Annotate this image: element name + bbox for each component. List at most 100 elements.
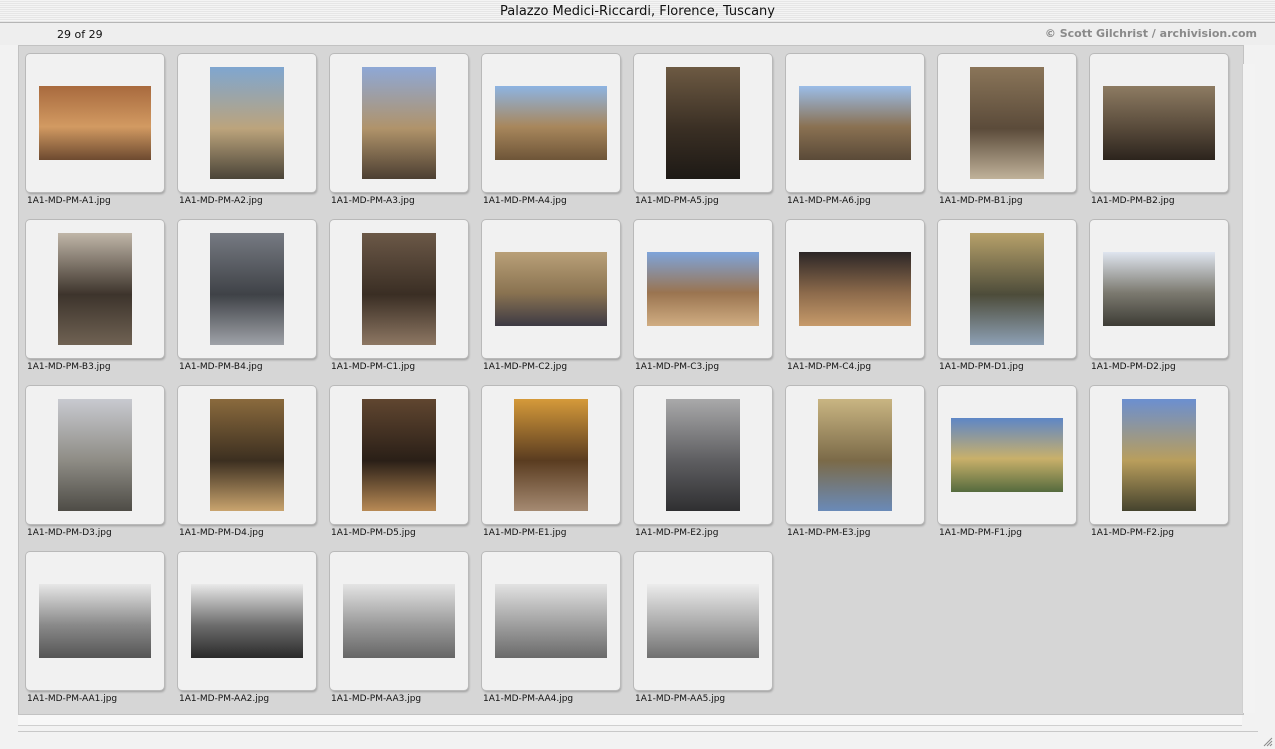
thumbnail-item[interactable]: 1A1-MD-PM-F1.jpg	[931, 378, 1083, 544]
thumbnail-image[interactable]	[495, 252, 607, 326]
thumbnail-item[interactable]: 1A1-MD-PM-A1.jpg	[19, 46, 171, 212]
thumbnail-image[interactable]	[970, 233, 1044, 345]
slide-mount[interactable]	[482, 386, 620, 524]
slide-mount[interactable]	[482, 220, 620, 358]
thumbnail-item[interactable]: 1A1-MD-PM-B3.jpg	[19, 212, 171, 378]
thumbnail-filename: 1A1-MD-PM-A1.jpg	[27, 196, 111, 206]
thumbnail-image[interactable]	[362, 399, 436, 511]
vertical-scrollbar[interactable]	[1242, 64, 1255, 713]
slide-mount[interactable]	[634, 220, 772, 358]
thumbnail-image[interactable]	[495, 86, 607, 160]
thumbnail-item[interactable]: 1A1-MD-PM-AA1.jpg	[19, 544, 171, 710]
slide-mount[interactable]	[786, 220, 924, 358]
thumbnail-image[interactable]	[666, 67, 740, 179]
thumbnail-filename: 1A1-MD-PM-B4.jpg	[179, 362, 263, 372]
slide-mount[interactable]	[178, 552, 316, 690]
thumbnail-filename: 1A1-MD-PM-E3.jpg	[787, 528, 871, 538]
thumbnail-item[interactable]: 1A1-MD-PM-AA4.jpg	[475, 544, 627, 710]
slide-mount[interactable]	[786, 386, 924, 524]
thumbnail-image[interactable]	[191, 584, 303, 658]
thumbnail-image[interactable]	[647, 252, 759, 326]
slide-mount[interactable]	[178, 54, 316, 192]
slide-mount[interactable]	[938, 386, 1076, 524]
thumbnail-image[interactable]	[210, 67, 284, 179]
thumbnail-item[interactable]: 1A1-MD-PM-D2.jpg	[1083, 212, 1235, 378]
thumbnail-item[interactable]: 1A1-MD-PM-A4.jpg	[475, 46, 627, 212]
slide-mount[interactable]	[26, 54, 164, 192]
thumbnail-item[interactable]: 1A1-MD-PM-D3.jpg	[19, 378, 171, 544]
slide-mount[interactable]	[786, 54, 924, 192]
slide-mount[interactable]	[938, 220, 1076, 358]
resize-grip-icon[interactable]	[1261, 735, 1273, 747]
thumbnail-item[interactable]: 1A1-MD-PM-C4.jpg	[779, 212, 931, 378]
thumbnail-item[interactable]: 1A1-MD-PM-D4.jpg	[171, 378, 323, 544]
thumbnail-item[interactable]: 1A1-MD-PM-B4.jpg	[171, 212, 323, 378]
thumbnail-filename: 1A1-MD-PM-D5.jpg	[331, 528, 416, 538]
thumbnail-image[interactable]	[495, 584, 607, 658]
thumbnail-image[interactable]	[666, 399, 740, 511]
slide-mount[interactable]	[482, 54, 620, 192]
thumbnail-image[interactable]	[210, 233, 284, 345]
thumbnail-filename: 1A1-MD-PM-A6.jpg	[787, 196, 871, 206]
thumbnail-image[interactable]	[951, 418, 1063, 492]
thumbnail-item[interactable]: 1A1-MD-PM-B1.jpg	[931, 46, 1083, 212]
thumbnail-filename: 1A1-MD-PM-B2.jpg	[1091, 196, 1175, 206]
slide-mount[interactable]	[482, 552, 620, 690]
horizontal-scrollbar[interactable]	[18, 715, 1242, 726]
slide-mount[interactable]	[1090, 220, 1228, 358]
slide-mount[interactable]	[634, 552, 772, 690]
slide-mount[interactable]	[330, 386, 468, 524]
thumbnail-item[interactable]: 1A1-MD-PM-E1.jpg	[475, 378, 627, 544]
slide-mount[interactable]	[1090, 54, 1228, 192]
slide-mount[interactable]	[26, 552, 164, 690]
thumbnail-item[interactable]: 1A1-MD-PM-A6.jpg	[779, 46, 931, 212]
thumbnail-item[interactable]: 1A1-MD-PM-A5.jpg	[627, 46, 779, 212]
thumbnail-image[interactable]	[818, 399, 892, 511]
slide-mount[interactable]	[330, 552, 468, 690]
thumbnail-item[interactable]: 1A1-MD-PM-C3.jpg	[627, 212, 779, 378]
thumbnail-image[interactable]	[343, 584, 455, 658]
slide-mount[interactable]	[178, 220, 316, 358]
thumbnail-image[interactable]	[1103, 252, 1215, 326]
window-title: Palazzo Medici-Riccardi, Florence, Tusca…	[500, 4, 775, 19]
thumbnail-image[interactable]	[1122, 399, 1196, 511]
slide-mount[interactable]	[634, 386, 772, 524]
thumbnail-image[interactable]	[799, 252, 911, 326]
thumbnail-item[interactable]: 1A1-MD-PM-E3.jpg	[779, 378, 931, 544]
thumbnail-item[interactable]: 1A1-MD-PM-E2.jpg	[627, 378, 779, 544]
thumbnail-item[interactable]: 1A1-MD-PM-AA3.jpg	[323, 544, 475, 710]
thumbnail-image[interactable]	[58, 233, 132, 345]
thumbnail-item[interactable]: 1A1-MD-PM-D5.jpg	[323, 378, 475, 544]
thumbnail-image[interactable]	[58, 399, 132, 511]
slide-mount[interactable]	[26, 386, 164, 524]
thumbnail-image[interactable]	[1103, 86, 1215, 160]
slide-mount[interactable]	[938, 54, 1076, 192]
slide-mount[interactable]	[330, 54, 468, 192]
slide-mount[interactable]	[1090, 386, 1228, 524]
thumbnail-image[interactable]	[970, 67, 1044, 179]
thumbnail-item[interactable]: 1A1-MD-PM-C2.jpg	[475, 212, 627, 378]
thumbnail-filename: 1A1-MD-PM-E2.jpg	[635, 528, 719, 538]
slide-mount[interactable]	[178, 386, 316, 524]
thumbnail-image[interactable]	[210, 399, 284, 511]
thumbnail-item[interactable]: 1A1-MD-PM-AA5.jpg	[627, 544, 779, 710]
thumbnail-image[interactable]	[362, 67, 436, 179]
thumbnail-image[interactable]	[647, 584, 759, 658]
thumbnail-filename: 1A1-MD-PM-AA3.jpg	[331, 694, 422, 704]
thumbnail-item[interactable]: 1A1-MD-PM-A3.jpg	[323, 46, 475, 212]
thumbnail-filename: 1A1-MD-PM-D3.jpg	[27, 528, 112, 538]
thumbnail-image[interactable]	[799, 86, 911, 160]
thumbnail-item[interactable]: 1A1-MD-PM-F2.jpg	[1083, 378, 1235, 544]
thumbnail-image[interactable]	[39, 584, 151, 658]
thumbnail-item[interactable]: 1A1-MD-PM-C1.jpg	[323, 212, 475, 378]
slide-mount[interactable]	[330, 220, 468, 358]
thumbnail-item[interactable]: 1A1-MD-PM-D1.jpg	[931, 212, 1083, 378]
thumbnail-image[interactable]	[362, 233, 436, 345]
thumbnail-item[interactable]: 1A1-MD-PM-AA2.jpg	[171, 544, 323, 710]
slide-mount[interactable]	[26, 220, 164, 358]
thumbnail-image[interactable]	[514, 399, 588, 511]
slide-mount[interactable]	[634, 54, 772, 192]
thumbnail-item[interactable]: 1A1-MD-PM-B2.jpg	[1083, 46, 1235, 212]
thumbnail-item[interactable]: 1A1-MD-PM-A2.jpg	[171, 46, 323, 212]
thumbnail-image[interactable]	[39, 86, 151, 160]
